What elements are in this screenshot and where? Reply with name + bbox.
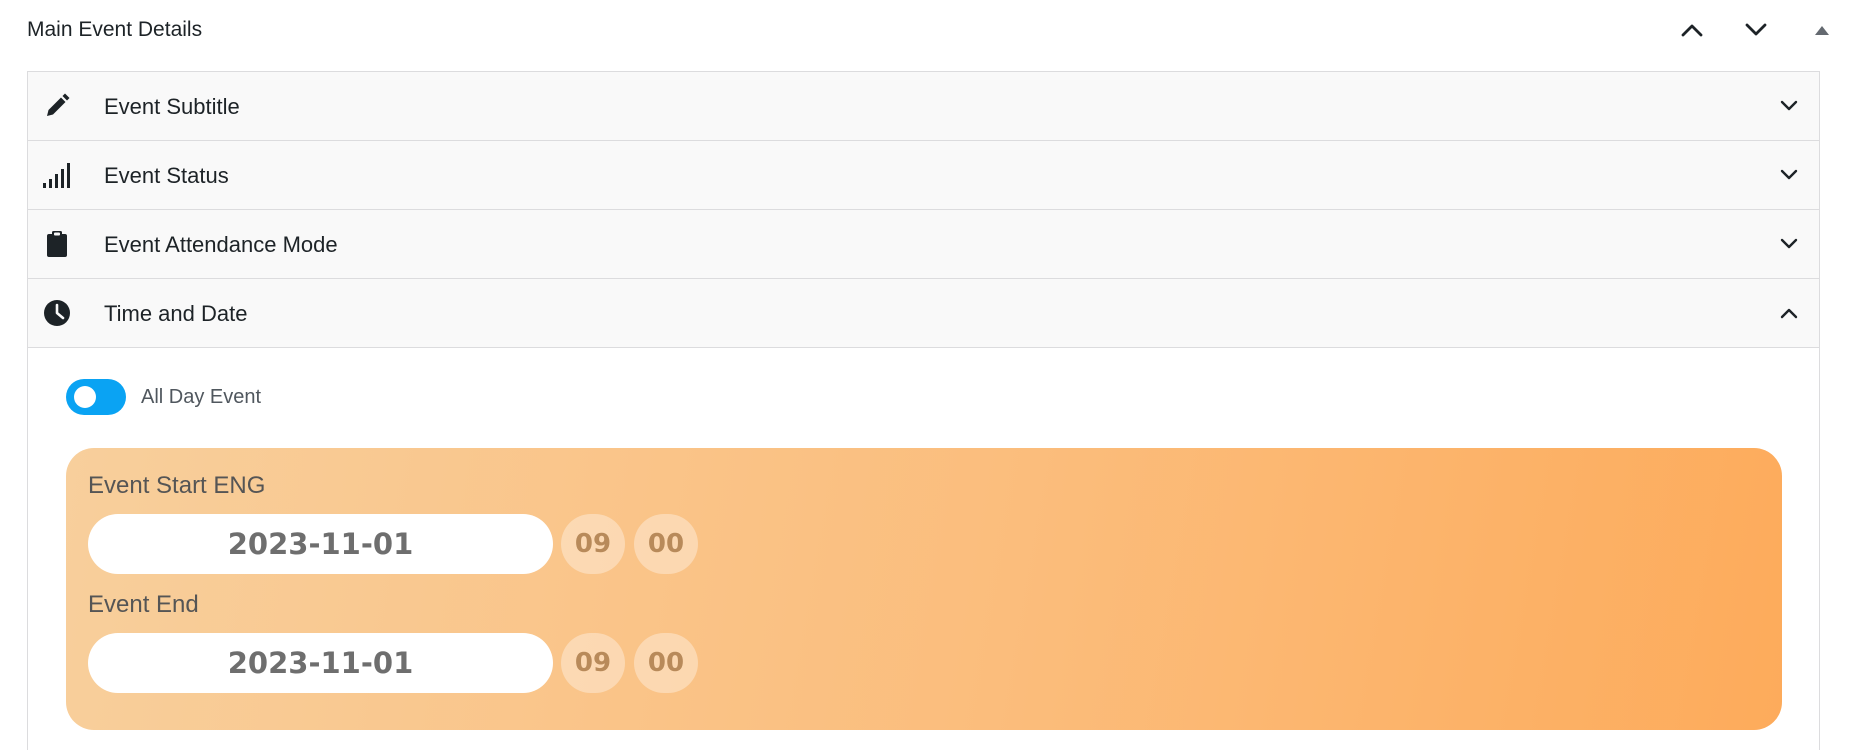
toggle-knob [74, 386, 96, 408]
time-and-date-panel: All Day Event Event Start ENG 2023-11-01… [28, 348, 1819, 750]
clipboard-icon [42, 229, 72, 259]
move-up-button[interactable] [1672, 12, 1712, 48]
move-down-button[interactable] [1736, 12, 1776, 48]
event-start-label: Event Start ENG [88, 472, 266, 499]
all-day-toggle-row: All Day Event [66, 379, 261, 415]
chevron-up-icon [1777, 301, 1801, 325]
all-day-toggle[interactable] [66, 379, 126, 415]
event-details-accordion: Event Subtitle Event Status Event Attend… [27, 71, 1820, 750]
section-event-attendance-mode[interactable]: Event Attendance Mode [28, 210, 1819, 279]
section-time-and-date[interactable]: Time and Date [28, 279, 1819, 348]
panel-title: Main Event Details [27, 18, 203, 41]
section-event-subtitle[interactable]: Event Subtitle [28, 72, 1819, 141]
chevron-down-icon [1777, 232, 1801, 256]
event-end-label: Event End [88, 591, 199, 618]
panel-header: Main Event Details [0, 0, 1854, 60]
event-end-date-input[interactable]: 2023-11-01 [88, 633, 553, 693]
date-time-card: Event Start ENG 2023-11-01 09 00 Event E… [66, 448, 1782, 730]
clock-icon [42, 298, 72, 328]
triangle-up-icon [1815, 26, 1829, 35]
chevron-up-icon [1681, 24, 1703, 37]
chevron-down-icon [1777, 94, 1801, 118]
pencil-icon [42, 91, 72, 121]
event-end-minute[interactable]: 00 [634, 633, 698, 693]
event-start-date-input[interactable]: 2023-11-01 [88, 514, 553, 574]
section-label: Event Subtitle [104, 94, 240, 119]
chevron-down-icon [1745, 23, 1767, 36]
all-day-label: All Day Event [141, 385, 262, 408]
event-start-hour[interactable]: 09 [561, 514, 625, 574]
event-start-minute[interactable]: 00 [634, 514, 698, 574]
section-label: Time and Date [104, 301, 248, 326]
toggle-panel-button[interactable] [1802, 12, 1842, 48]
signal-bars-icon [42, 160, 72, 190]
chevron-down-icon [1777, 163, 1801, 187]
section-event-status[interactable]: Event Status [28, 141, 1819, 210]
section-label: Event Attendance Mode [104, 232, 338, 257]
event-end-hour[interactable]: 09 [561, 633, 625, 693]
section-label: Event Status [104, 163, 229, 188]
